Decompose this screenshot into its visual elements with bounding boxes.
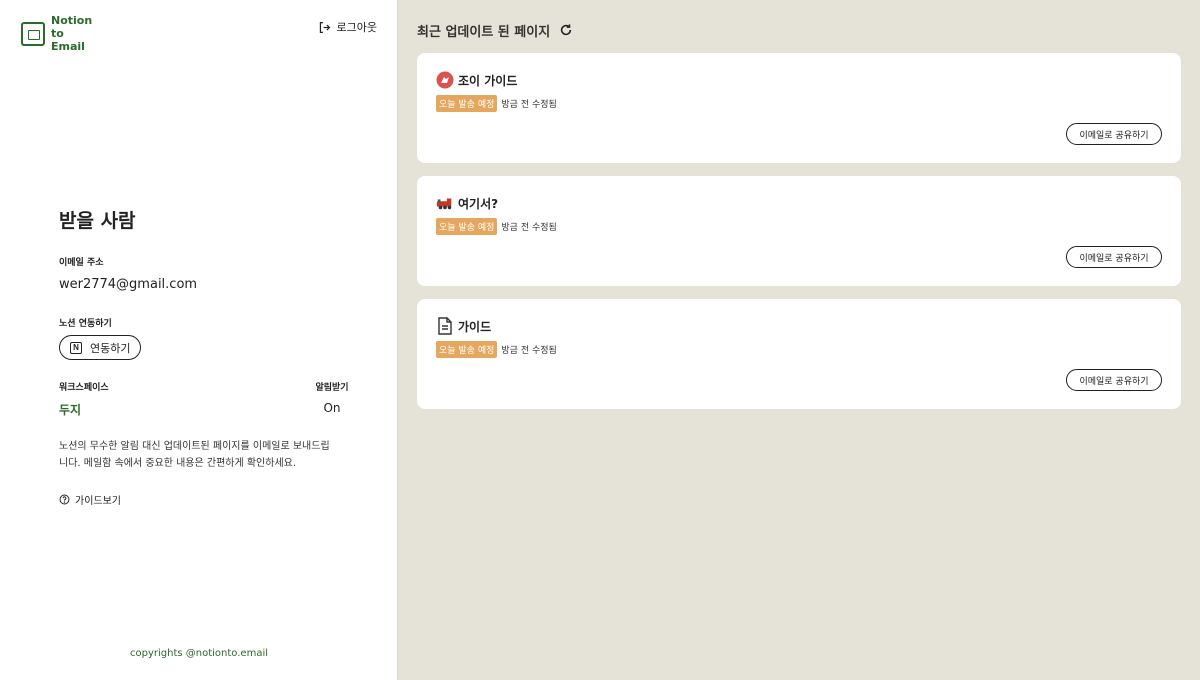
page-meta: 오늘 발송 예정 방금 전 수정됨: [436, 218, 1162, 235]
modified-time: 방금 전 수정됨: [501, 223, 557, 233]
page-title: 조이 가이드: [458, 73, 518, 88]
help-icon: [59, 494, 70, 505]
app: Notion to Email 로그아웃 받을 사람 이메일 주소 wer277…: [0, 0, 1200, 680]
brand-line1: Notion: [51, 14, 93, 27]
refresh-icon[interactable]: [559, 23, 573, 37]
main-panel: 최근 업데이트 된 페이지 조이 가이드 오늘 발송 예정 방금 전 수정됨 이…: [398, 0, 1200, 680]
page-title: 가이드: [458, 319, 492, 334]
send-status-badge: 오늘 발송 예정: [436, 218, 498, 235]
recipient-section: 받을 사람 이메일 주소 wer2774@gmail.com 노션 연동하기 N…: [59, 206, 359, 507]
document-icon: [436, 317, 454, 335]
service-description: 노션의 무수한 알림 대신 업데이트된 페이지를 이메일로 보내드립니다. 메일…: [59, 441, 330, 469]
brand-name: Notion to Email: [51, 14, 101, 53]
workspace-value[interactable]: 두지: [59, 401, 109, 418]
notion-connect-button[interactable]: N 연동하기: [59, 335, 142, 360]
guide-link[interactable]: 가이드보기: [59, 492, 359, 507]
recipient-heading: 받을 사람: [59, 210, 136, 232]
notify-label: 알림받기: [315, 383, 349, 393]
send-status-badge: 오늘 발송 예정: [436, 341, 498, 358]
page-card-title[interactable]: 조이 가이드: [436, 71, 1162, 89]
notion-connect-label: 노션 연동하기: [59, 319, 112, 329]
page-meta: 오늘 발송 예정 방금 전 수정됨: [436, 341, 1162, 358]
share-email-button[interactable]: 이메일로 공유하기: [1066, 369, 1162, 391]
page-card: 조이 가이드 오늘 발송 예정 방금 전 수정됨 이메일로 공유하기: [417, 53, 1181, 163]
modified-time: 방금 전 수정됨: [501, 346, 557, 356]
share-email-button[interactable]: 이메일로 공유하기: [1066, 123, 1162, 145]
logout-button[interactable]: 로그아웃: [318, 19, 377, 35]
mail-box-icon: [21, 21, 45, 46]
workspace-label: 워크스페이스: [59, 383, 109, 393]
notify-col: 알림받기 On: [312, 380, 352, 418]
email-label: 이메일 주소: [59, 258, 104, 268]
train-icon: [436, 194, 454, 212]
modified-time: 방금 전 수정됨: [501, 100, 557, 110]
send-status-badge: 오늘 발송 예정: [436, 95, 498, 112]
brand-logo[interactable]: Notion to Email: [21, 14, 101, 53]
workspace-row: 워크스페이스 두지 알림받기 On: [59, 380, 352, 418]
left-panel: Notion to Email 로그아웃 받을 사람 이메일 주소 wer277…: [0, 0, 398, 680]
page-card: 여기서? 오늘 발송 예정 방금 전 수정됨 이메일로 공유하기: [417, 176, 1181, 286]
main-header: 최근 업데이트 된 페이지: [417, 20, 1181, 40]
logout-icon: [319, 21, 330, 33]
page-meta: 오늘 발송 예정 방금 전 수정됨: [436, 95, 1162, 112]
notion-icon: N: [70, 341, 82, 354]
page-card: 가이드 오늘 발송 예정 방금 전 수정됨 이메일로 공유하기: [417, 299, 1181, 409]
connect-button-label: 연동하기: [90, 342, 131, 355]
page-title: 여기서?: [458, 196, 499, 211]
page-card-title[interactable]: 여기서?: [436, 194, 1162, 212]
logout-label: 로그아웃: [336, 21, 377, 34]
workspace-col: 워크스페이스 두지: [59, 380, 109, 418]
main-title: 최근 업데이트 된 페이지: [417, 24, 551, 40]
guide-label: 가이드보기: [75, 496, 121, 507]
copyright-text: copyrights @notionto.email: [130, 648, 268, 659]
brand-line2: to Email: [51, 27, 85, 53]
share-email-button[interactable]: 이메일로 공유하기: [1066, 246, 1162, 268]
notify-toggle[interactable]: On: [312, 401, 352, 415]
page-card-title[interactable]: 가이드: [436, 317, 1162, 335]
email-value: wer2774@gmail.com: [59, 277, 198, 292]
red-joey-icon: [436, 71, 454, 89]
